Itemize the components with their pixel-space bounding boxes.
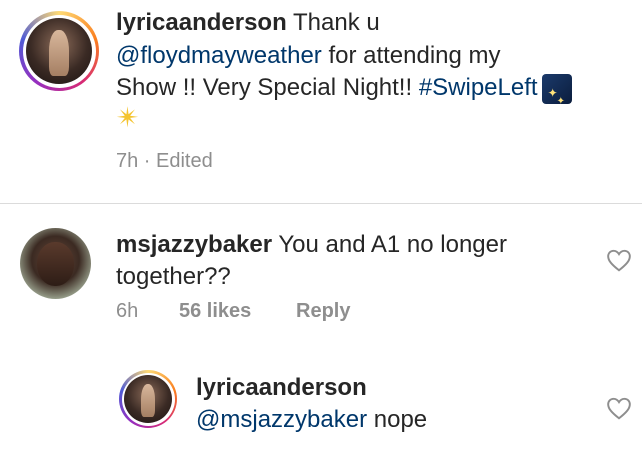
caption-username[interactable]: lyricaanderson [116,9,287,36]
comment-line-2: together?? [116,262,231,292]
comment-likes[interactable]: 56 likes [179,300,251,323]
reply-line-2: @msjazzybaker nope [196,405,427,435]
caption-timestamp: 7h · Edited [116,150,213,172]
reply-line-1: lyricaanderson [196,373,367,403]
caption-mention[interactable]: @floydmayweather [116,42,322,69]
caption-line-1: lyricaanderson Thank u [116,8,380,38]
comment-text-2: together?? [116,263,231,290]
caption-avatar[interactable] [19,11,99,91]
reply-text: nope [367,406,428,433]
caption-line-3: Show !! Very Special Night!! #SwipeLeft [116,73,572,117]
caption-text-1: Thank u [286,9,380,36]
comment-avatar[interactable] [20,228,91,299]
avatar-image [124,375,172,423]
caption-line-2: @floydmayweather for attending my [116,41,501,71]
caption-text-2: for attending my [321,42,501,69]
post-caption: lyricaanderson Thank u @floydmayweather … [0,0,642,203]
comment-text-1: You and A1 no longer [272,231,507,258]
sparkle-emoji-icon: ✴ [116,102,140,133]
comment-timestamp: 6h [116,300,139,322]
likes-count[interactable]: 56 likes [179,300,251,322]
avatar-image [26,18,92,84]
reply-mention[interactable]: @msjazzybaker [196,406,367,433]
stars-emoji-icon [541,73,572,117]
comment-line-1: msjazzybaker You and A1 no longer [116,230,507,260]
caption-hashtag[interactable]: #SwipeLeft [419,74,538,101]
comment-username[interactable]: msjazzybaker [116,231,272,258]
divider [0,203,642,204]
like-heart-icon[interactable] [606,396,632,420]
like-heart-icon[interactable] [606,248,632,272]
reply-avatar[interactable] [119,370,177,428]
caption-text-3: Show !! Very Special Night!! [116,74,419,101]
reply-username[interactable]: lyricaanderson [196,374,367,401]
reply-button[interactable]: Reply [296,300,350,323]
reply-label[interactable]: Reply [296,300,350,322]
